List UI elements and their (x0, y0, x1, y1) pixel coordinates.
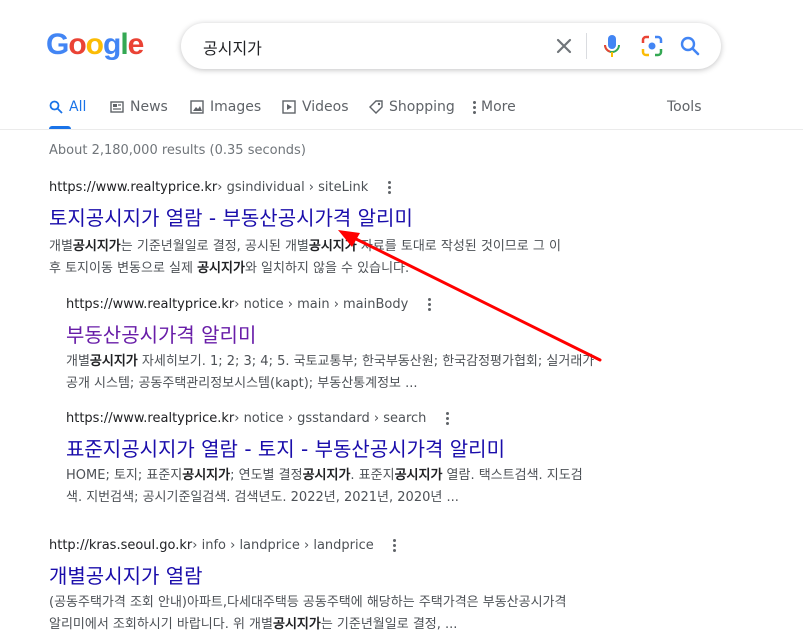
search-result: https://www.realtyprice.kr › notice › gs… (66, 411, 666, 509)
snippet-text: 자료를 토대로 작성된 것이므로 그 이 (356, 239, 561, 254)
snippet-text: 색. 지번검색; 공시기준일검색. 검색년도. 2022년, 2021년, 20… (66, 490, 459, 505)
search-icon (49, 100, 63, 114)
tab-label: Shopping (389, 99, 455, 115)
tab-images[interactable]: Images (190, 97, 261, 117)
result-site: https://www.realtyprice.kr (49, 180, 218, 195)
snippet-text: 는 기준년월일로 결정, 공시된 개별 (120, 239, 309, 254)
divider (0, 129, 803, 130)
result-snippet: HOME; 토지; 표준지공시지가; 연도별 결정공시지가. 표준지공시지가 열… (66, 465, 666, 509)
more-options-icon[interactable] (422, 298, 436, 312)
result-snippet: (공동주택가격 조회 안내)아파트,다세대주택등 공동주택에 해당하는 주택가격… (49, 592, 669, 636)
snippet-text: ; 연도별 결정 (230, 468, 303, 483)
more-options-icon[interactable] (382, 181, 396, 195)
result-title[interactable]: 부동산공시가격 알리미 (66, 322, 666, 348)
snippet-highlight: 공시지가 (182, 468, 231, 483)
tab-more[interactable]: More (472, 97, 516, 117)
result-site: https://www.realtyprice.kr (66, 297, 235, 312)
snippet-highlight: 공시지가 (72, 239, 121, 254)
snippet-text: 개별 (66, 354, 90, 369)
result-path: › notice › main › mainBody (234, 297, 409, 312)
more-vertical-icon (472, 100, 476, 114)
tab-label: News (130, 99, 168, 115)
logo-letter: G (46, 28, 69, 61)
snippet-text: 열람. 택스트검색. 지도검 (442, 468, 583, 483)
result-path: › info › landprice › landprice (192, 538, 374, 553)
snippet-text: 와 일치하지 않을 수 있습니다. (244, 261, 410, 276)
result-path: › gsindividual › siteLink (217, 180, 369, 195)
tab-label: Videos (302, 99, 349, 115)
tab-label: All (69, 99, 87, 115)
logo-letter: o (85, 28, 104, 61)
more-options-icon[interactable] (440, 412, 454, 426)
result-title[interactable]: 개별공시지가 열람 (49, 563, 669, 589)
snippet-text: (공동주택가격 조회 안내)아파트,다세대주택등 공동주택에 해당하는 주택가격… (49, 595, 567, 610)
microphone-icon[interactable] (600, 34, 624, 58)
result-snippet: 개별공시지가 자세히보기. 1; 2; 3; 4; 5. 국토교통부; 한국부동… (66, 351, 666, 395)
result-site: https://www.realtyprice.kr (66, 411, 235, 426)
snippet-text: 알리미에서 조회하시기 바랍니다. 위 개별 (49, 617, 273, 632)
snippet-highlight: 공시지가 (272, 617, 321, 632)
search-input[interactable]: 공시지가 (203, 35, 262, 59)
camera-icon[interactable] (640, 34, 664, 58)
play-icon (282, 100, 296, 114)
result-url[interactable]: https://www.realtyprice.kr › notice › gs… (66, 411, 666, 426)
snippet-text: 후 토지이동 변동으로 실제 (49, 261, 198, 276)
result-site: http://kras.seoul.go.kr (49, 538, 193, 553)
snippet-text: 자세히보기. 1; 2; 3; 4; 5. 국토교통부; 한국부동산원; 한국감… (137, 354, 595, 369)
snippet-text: 공개 시스템; 공동주택관리정보시스템(kapt); 부동산통계정보 ... (66, 376, 418, 391)
snippet-text: . 표준지 (350, 468, 395, 483)
snippet-text: 는 기준년월일로 결정, ... (320, 617, 458, 632)
result-snippet: 개별공시지가는 기준년월일로 결정, 공시된 개별공시지가 자료를 토대로 작성… (49, 236, 669, 280)
snippet-highlight: 공시지가 (197, 261, 245, 276)
tag-icon (369, 100, 383, 114)
result-path: › notice › gsstandard › search (234, 411, 427, 426)
logo-letter: g (103, 28, 121, 61)
google-logo[interactable]: Google (46, 28, 145, 62)
tab-all[interactable]: All (49, 97, 86, 117)
logo-letter: e (127, 28, 145, 61)
search-divider (586, 33, 587, 59)
tab-label: More (481, 99, 516, 115)
snippet-text: 개별 (49, 239, 73, 254)
logo-letter: l (120, 28, 128, 61)
tab-shopping[interactable]: Shopping (369, 97, 455, 117)
more-options-icon[interactable] (388, 539, 402, 553)
image-icon (190, 100, 204, 114)
logo-letter: o (68, 28, 86, 61)
tab-news[interactable]: News (110, 97, 168, 117)
search-result: http://kras.seoul.go.kr › info › landpri… (49, 538, 669, 636)
search-box[interactable]: 공시지가 (181, 23, 721, 69)
result-url[interactable]: https://www.realtyprice.kr › notice › ma… (66, 297, 666, 312)
close-icon[interactable] (552, 34, 576, 58)
snippet-highlight: 공시지가 (89, 354, 138, 369)
tab-videos[interactable]: Videos (282, 97, 349, 117)
snippet-highlight: 공시지가 (308, 239, 357, 254)
news-icon (110, 101, 124, 113)
snippet-highlight: 공시지가 (394, 468, 443, 483)
result-title[interactable]: 토지공시지가 열람 - 부동산공시가격 알리미 (49, 205, 669, 231)
search-result: https://www.realtyprice.kr › gsindividua… (49, 180, 669, 280)
result-title[interactable]: 표준지공시지가 열람 - 토지 - 부동산공시가격 알리미 (66, 436, 666, 462)
snippet-text: HOME; 토지; 표준지 (66, 468, 183, 483)
snippet-highlight: 공시지가 (302, 468, 351, 483)
search-result: https://www.realtyprice.kr › notice › ma… (66, 297, 666, 395)
tab-label: Images (210, 99, 262, 115)
search-icon[interactable] (678, 34, 702, 58)
result-url[interactable]: http://kras.seoul.go.kr › info › landpri… (49, 538, 669, 553)
result-url[interactable]: https://www.realtyprice.kr › gsindividua… (49, 180, 669, 195)
tools-label: Tools (667, 99, 702, 115)
tools-button[interactable]: Tools (667, 97, 702, 117)
result-stats: About 2,180,000 results (0.35 seconds) (49, 143, 306, 158)
